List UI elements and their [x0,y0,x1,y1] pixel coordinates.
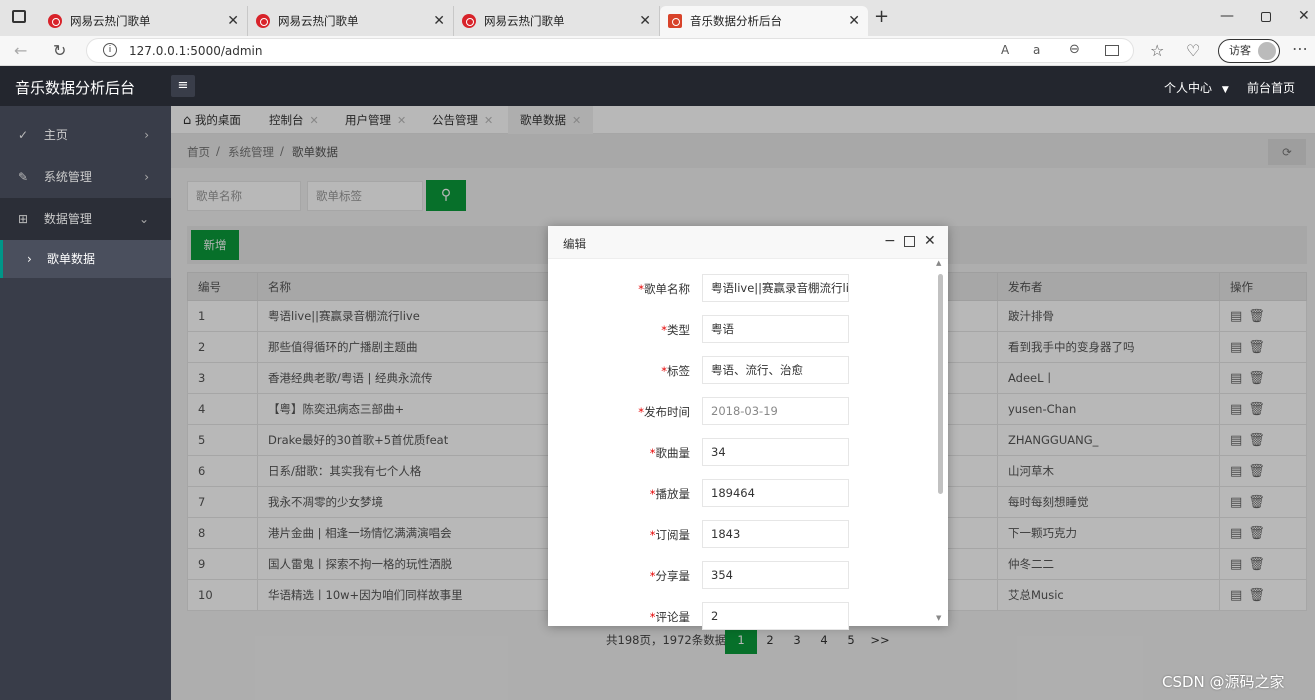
field-label-text: 播放量 [655,487,691,501]
site-info-icon[interactable]: i [103,43,117,57]
field-label-text: 分享量 [655,569,691,583]
close-icon[interactable]: ✕ [227,13,239,29]
field-label-text: 歌单名称 [644,282,690,296]
window-close-icon[interactable]: ✕ [1298,8,1310,24]
zoom-icon[interactable]: ⊖ [1069,42,1080,57]
caret-down-icon: ▼ [1221,85,1229,95]
profile-center-label: 个人中心 [1164,81,1213,95]
more-icon[interactable]: ⋯ [1292,39,1308,59]
app-title: 音乐数据分析后台 [15,79,136,97]
field-input[interactable]: 34 [702,438,849,466]
sidebar-item-home[interactable]: ✓ 主页 › [0,114,171,156]
reader-view-icon[interactable] [1105,45,1119,56]
sidebar-subitem-label: 歌单数据 [47,252,96,266]
field-input[interactable]: 2018-03-19 [702,397,849,425]
field-label-text: 发布时间 [644,405,690,419]
field-input[interactable]: 粤语live||赛赢录音棚流行live [702,274,849,302]
scrollbar-thumb[interactable] [938,274,943,494]
restore-icon[interactable] [1261,12,1271,22]
browser-tab-title: 网易云热门歌单 [484,14,565,28]
close-icon[interactable]: ✕ [924,233,936,249]
browser-tab-title: 音乐数据分析后台 [690,14,782,28]
browser-tab-2[interactable]: 网易云热门歌单 ✕ [248,6,454,36]
sidebar-item-system[interactable]: ✎ 系统管理 › [0,156,171,198]
netease-music-icon [462,14,476,28]
netease-music-icon [256,14,270,28]
edit-icon: ✎ [18,170,29,184]
profile-label: 访客 [1229,44,1251,57]
close-icon[interactable]: ✕ [433,13,445,29]
chevron-right-icon: › [144,170,149,184]
dialog-header: 编辑 − ✕ [548,226,948,259]
translate-icon[interactable]: a [1033,43,1040,57]
sidebar-item-label: 系统管理 [43,170,92,184]
sidebar-subitem-playlist[interactable]: › 歌单数据 [0,240,171,278]
field-label: *评论量 [608,609,690,625]
favorites-icon[interactable]: ☆ [1150,41,1164,61]
field-label: *歌单名称 [608,281,690,297]
close-icon[interactable]: ✕ [848,13,860,29]
field-input[interactable]: 粤语、流行、治愈 [702,356,849,384]
dialog-title: 编辑 [563,237,586,251]
field-label: *标签 [608,363,690,379]
sidebar-item-label: 主页 [43,128,68,142]
field-label-text: 歌曲量 [655,446,691,460]
field-label-text: 订阅量 [655,528,691,542]
sidebar: ✓ 主页 › ✎ 系统管理 › ⊞ 数据管理 ⌄ › 歌单数据 [0,106,171,700]
read-aloud-icon[interactable]: A [1001,43,1009,57]
scroll-down-icon[interactable]: ▼ [936,614,941,622]
chevron-down-icon: ⌄ [138,212,149,226]
window-menu-icon[interactable] [12,10,26,23]
browser-tab-3[interactable]: 网易云热门歌单 ✕ [454,6,660,36]
browser-tab-title: 网易云热门歌单 [70,14,151,28]
field-input[interactable]: 354 [702,561,849,589]
new-tab-icon[interactable]: + [874,6,889,27]
field-label: *分享量 [608,568,690,584]
field-input[interactable]: 189464 [702,479,849,507]
avatar [1258,42,1276,60]
url-text: 127.0.0.1:5000/admin [129,44,263,58]
field-label: *订阅量 [608,527,690,543]
minimize-icon[interactable]: − [884,233,896,249]
chevron-right-icon: › [144,128,149,142]
browser-tab-bar: 网易云热门歌单 ✕ 网易云热门歌单 ✕ 网易云热门歌单 ✕ 音乐数据分析后台 ✕… [0,0,1315,36]
field-label: *发布时间 [608,404,690,420]
app-header: 音乐数据分析后台 ≡ 个人中心 ▼ 前台首页 [0,66,1315,106]
chevron-right-icon: › [27,252,32,266]
url-field[interactable]: i 127.0.0.1:5000/admin A a ⊖ [86,38,1134,63]
field-label: *类型 [608,322,690,338]
sidebar-item-label: 数据管理 [43,212,92,226]
minimize-icon[interactable]: — [1220,8,1234,24]
extensions-icon[interactable]: ♡ [1186,41,1200,61]
field-input[interactable]: 粤语 [702,315,849,343]
scrollbar[interactable]: ▲ ▼ [935,259,945,624]
field-input[interactable]: 1843 [702,520,849,548]
maximize-icon[interactable] [904,236,915,247]
profile-center-link[interactable]: 个人中心 ▼ [1164,79,1229,96]
field-label-text: 类型 [667,323,690,337]
profile-button[interactable]: 访客 [1218,39,1280,63]
browser-address-bar: ← ↻ i 127.0.0.1:5000/admin A a ⊖ ☆ ♡ 访客 … [0,36,1315,66]
reload-icon[interactable]: ↻ [53,41,66,61]
sidebar-item-data[interactable]: ⊞ 数据管理 ⌄ [0,198,171,240]
watermark: CSDN @源码之家 [1162,673,1285,691]
browser-tab-title: 网易云热门歌单 [278,14,359,28]
browser-tab-active[interactable]: 音乐数据分析后台 ✕ [660,6,868,36]
field-label: *歌曲量 [608,445,690,461]
back-icon[interactable]: ← [14,41,27,61]
field-label-text: 评论量 [655,610,691,624]
field-label: *播放量 [608,486,690,502]
field-label-text: 标签 [667,364,690,378]
cart-icon: ⊞ [18,212,29,226]
field-input[interactable]: 2 [702,602,849,630]
site-favicon-icon [668,14,682,28]
netease-music-icon [48,14,62,28]
home-icon: ✓ [18,128,29,142]
close-icon[interactable]: ✕ [639,13,651,29]
frontpage-link[interactable]: 前台首页 [1247,79,1295,96]
browser-tab-1[interactable]: 网易云热门歌单 ✕ [40,6,248,36]
scroll-up-icon[interactable]: ▲ [936,259,941,267]
menu-toggle-icon[interactable]: ≡ [171,75,195,97]
edit-dialog: 编辑 − ✕ *歌单名称 粤语live||赛赢录音棚流行live *类型 粤语 *标签粤… [548,226,948,630]
